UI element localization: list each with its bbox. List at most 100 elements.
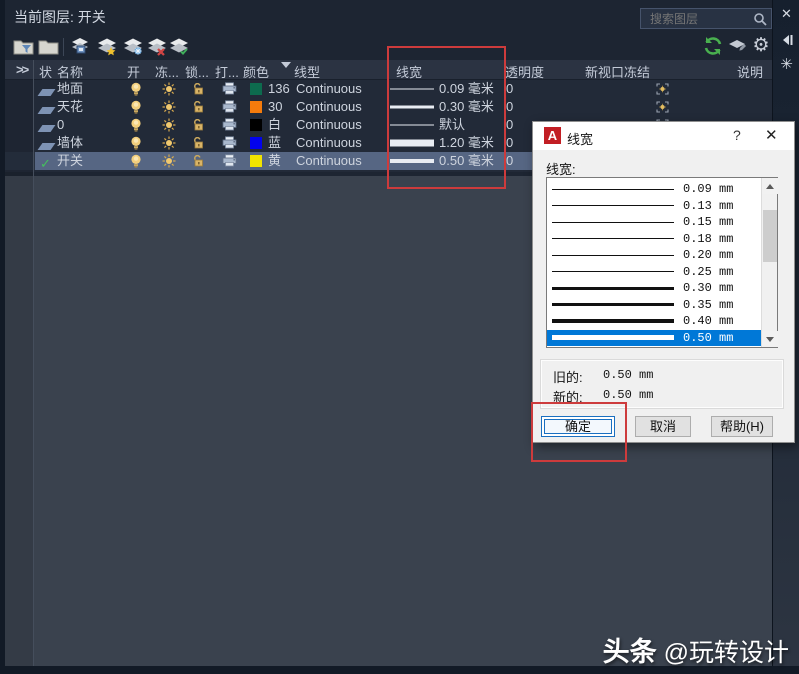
refresh-icon[interactable] (702, 35, 724, 57)
layer-plot-printer-icon[interactable] (222, 154, 237, 172)
dialog-title: 线宽 (567, 129, 593, 148)
layer-name[interactable]: 0 (57, 116, 64, 134)
layer-color-label[interactable]: 黄 (268, 152, 281, 170)
layer-transparency[interactable]: 0 (506, 116, 513, 134)
layer-freeze-sun-icon[interactable] (162, 154, 176, 172)
layer-name[interactable]: 天花 (57, 98, 83, 116)
lineweight-option-sample (552, 255, 674, 256)
layer-transparency[interactable]: 0 (506, 134, 513, 152)
lineweight-option[interactable]: 0.30 mm (547, 280, 762, 297)
layer-linetype[interactable]: Continuous (296, 80, 362, 98)
layer-linetype[interactable]: Continuous (296, 152, 362, 170)
lineweight-option[interactable]: 0.25 mm (547, 264, 762, 281)
new-group-filter-icon[interactable] (38, 36, 60, 58)
gear-icon[interactable]: ⚙ (749, 35, 773, 57)
set-current-layer-icon[interactable] (168, 36, 190, 58)
dialog-title-bar[interactable]: A 线宽 ? ✕ (533, 122, 794, 150)
column-header-lock[interactable]: 锁... (185, 62, 209, 81)
lineweight-option-sample (552, 205, 674, 206)
lineweight-listbox[interactable]: 0.09 mm 0.13 mm 0.15 mm 0.18 mm 0.20 mm … (546, 177, 778, 348)
lineweight-option-label: 0.35 mm (683, 298, 733, 312)
new-layer-vp-frozen-icon[interactable] (122, 36, 144, 58)
layer-color-label[interactable]: 白 (268, 116, 281, 134)
auto-hide-icon[interactable] (773, 34, 799, 46)
scroll-up-icon[interactable] (762, 178, 778, 194)
lineweight-option-label: 0.50 mm (683, 331, 733, 345)
layer-name[interactable]: 地面 (57, 80, 83, 98)
layer-settings-edit-icon[interactable] (727, 35, 749, 57)
lineweight-option-label: 0.09 mm (683, 182, 733, 196)
dialog-help-icon[interactable]: ? (733, 127, 741, 143)
column-header-freeze[interactable]: 冻... (155, 62, 179, 81)
column-header-color[interactable]: 颜色 (243, 62, 269, 81)
scroll-down-icon[interactable] (762, 331, 778, 347)
sort-arrow-icon (281, 62, 291, 68)
new-property-filter-icon[interactable] (13, 36, 35, 58)
search-input[interactable] (648, 11, 753, 27)
layer-linetype[interactable]: Continuous (296, 134, 362, 152)
lineweight-option[interactable]: 0.20 mm (547, 247, 762, 264)
layer-color-label[interactable]: 136 (268, 80, 290, 98)
annotation-rect-ok-button (531, 402, 627, 462)
old-value-label: 旧的: (553, 367, 583, 386)
layer-color-swatch[interactable] (250, 155, 262, 167)
layer-color-swatch[interactable] (250, 119, 262, 131)
layer-on-bulb-icon[interactable] (130, 154, 142, 172)
lineweight-option[interactable]: 0.15 mm (547, 214, 762, 231)
column-header-vp-freeze[interactable]: 新视口冻结 (585, 62, 650, 81)
column-header-description[interactable]: 说明 (737, 62, 763, 81)
column-header-status[interactable]: 状 (39, 62, 52, 81)
lineweight-option[interactable]: 0.13 mm (547, 198, 762, 215)
filter-pane-collapsed (5, 80, 33, 666)
help-button[interactable]: 帮助(H) (711, 416, 773, 437)
current-layer-label: 当前图层: 开关 (14, 7, 106, 27)
cancel-button[interactable]: 取消 (635, 416, 691, 437)
layer-color-label[interactable]: 蓝 (268, 134, 281, 152)
column-header-on[interactable]: 开 (127, 62, 140, 81)
lineweight-option[interactable]: 0.40 mm (547, 313, 762, 330)
layer-transparency[interactable]: 0 (506, 80, 513, 98)
layer-transparency[interactable]: 0 (506, 98, 513, 116)
old-value: 0.50 mm (603, 368, 653, 382)
lineweight-option[interactable]: 0.18 mm (547, 231, 762, 248)
layer-color-label[interactable]: 30 (268, 98, 282, 116)
palette-settings-icon[interactable]: ✳ (773, 55, 799, 73)
lineweight-option[interactable]: 0.50 mm (547, 330, 762, 347)
layer-color-swatch[interactable] (250, 83, 262, 95)
layer-unlock-icon[interactable] (192, 155, 205, 173)
layer-search-box[interactable] (640, 8, 772, 29)
watermark: 头条 @玩转设计 (603, 630, 789, 669)
lineweight-option-label: 0.30 mm (683, 281, 733, 295)
lineweight-option[interactable]: 0.35 mm (547, 297, 762, 314)
column-header-name[interactable]: 名称 (57, 62, 83, 81)
layer-color-swatch[interactable] (250, 137, 262, 149)
layer-linetype[interactable]: Continuous (296, 98, 362, 116)
close-palette-icon[interactable]: ✕ (773, 7, 799, 22)
column-header-transparency[interactable]: 透明度 (505, 62, 544, 81)
screenshot-root: ✕ ✳ 当前图层: 开关 (0, 0, 799, 674)
new-value: 0.50 mm (603, 388, 653, 402)
lineweight-option-sample (552, 319, 674, 323)
lineweight-option-label: 0.40 mm (683, 314, 733, 328)
layer-states-manager-icon[interactable] (69, 36, 91, 58)
new-layer-icon[interactable] (96, 36, 118, 58)
listbox-scrollbar[interactable] (761, 178, 777, 347)
expand-filter-pane-button[interactable]: >> (16, 62, 27, 77)
scrollbar-thumb[interactable] (763, 210, 777, 262)
lineweight-option[interactable]: 0.09 mm (547, 181, 762, 198)
column-header-linetype[interactable]: 线型 (294, 62, 320, 81)
search-icon[interactable] (753, 12, 767, 26)
dialog-close-icon[interactable]: ✕ (765, 126, 778, 144)
layer-linetype[interactable]: Continuous (296, 116, 362, 134)
lineweight-option-sample (552, 303, 674, 306)
layer-transparency[interactable]: 0 (506, 152, 513, 170)
lineweight-option-sample (552, 189, 674, 190)
watermark-rest: @玩转设计 (657, 639, 789, 667)
delete-layer-icon[interactable] (146, 36, 168, 58)
layer-name[interactable]: 墙体 (57, 134, 83, 152)
layer-color-swatch[interactable] (250, 101, 262, 113)
layer-name[interactable]: 开关 (57, 152, 83, 170)
lineweight-option-sample (552, 271, 674, 272)
pane-divider (33, 60, 34, 666)
column-header-plot[interactable]: 打... (215, 62, 239, 81)
